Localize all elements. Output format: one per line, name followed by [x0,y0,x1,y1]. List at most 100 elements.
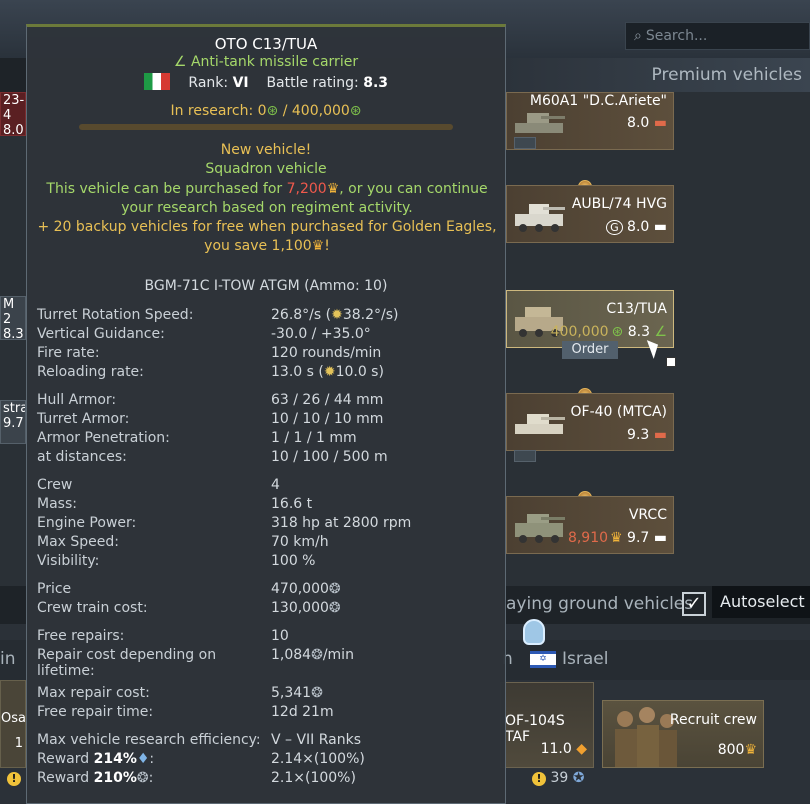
crew-star-icon: ✪ [572,770,585,786]
search-icon: ⌕ [634,28,642,44]
recruit-label: Recruit crew [669,712,757,728]
tree-card-left-2[interactable]: M 2 8.3 [0,296,26,340]
stat-row: Price 470,000❂ [37,581,497,600]
stat-value-text: 1,084 [271,647,312,663]
autoselect-checkbox[interactable]: ✓ [682,592,706,616]
nation-tab-left[interactable]: in [0,649,16,669]
stat-key: Vertical Guidance: [37,326,165,342]
cursor-menu-icon [666,357,676,367]
stat-row: Max vehicle research efficiency: V – VII … [37,732,497,751]
stat-row: Armor Penetration: 1 / 1 / 1 mm [37,430,497,449]
stat-value: 100 % [271,553,316,569]
order-button[interactable]: Order [562,341,618,359]
stat-value: 4 [271,477,280,493]
search-placeholder: Search... [645,28,708,44]
recruit-crew-button[interactable]: Recruit crew 800♛ [602,700,764,768]
stat-key: Repair cost depending on lifetime: [37,647,217,679]
stat-key: Free repair time: [37,704,154,720]
italy-flag-icon [143,73,170,90]
stat-key: Turret Rotation Speed: [37,307,194,323]
crew-count: ! 39 ✪ [532,770,584,786]
stat-value: 10 / 100 / 500 m [271,449,388,465]
tree-card-left-3[interactable]: stra 9.7 [0,400,26,444]
vehicle-br: 8,910 ♛ 9.7 ▬ [568,530,667,546]
count-value: 39 [550,770,569,786]
stat-value: 26.8°/s (✹38.2°/s) [271,307,399,323]
class-label: Anti-tank missile carrier [190,54,359,70]
slot-br: 1 [14,736,23,751]
reward-percent: 214% [93,751,137,767]
stat-key: Hull Armor: [37,392,117,408]
warning-icon: ! [7,771,21,786]
nation-tab-israel[interactable]: Israel [562,649,608,669]
stat-key: Mass: [37,496,77,512]
vehicle-card-of40[interactable]: OF-40 (MTCA) 9.3 ▬ [506,393,674,451]
stat-key: Max Speed: [37,534,119,550]
stat-value-unit: /min [322,647,354,663]
tree-card-left-1[interactable]: 23-4 8.0 [0,92,26,136]
stat-row: Reward 214%♦: 2.14×(100%) [37,751,497,770]
card-name: stra [3,401,26,416]
vehicle-card-vrcc[interactable]: VRCC 8,910 ♛ 9.7 ▬ [506,496,674,554]
stat-row: Free repair time: 12d 21m [37,704,497,723]
autoselect-button[interactable]: Autoselect [712,586,810,618]
stat-row: Reward 210%❂: 2.1×(100%) [37,770,497,789]
weapon-line: BGM-71C I-TOW ATGM (Ammo: 10) [144,278,388,294]
stats-table: Turret Rotation Speed: 26.8°/s (✹38.2°/s)… [37,307,497,789]
purchase-description: This vehicle can be purchased for 7,200♛… [33,180,501,218]
stat-row: Turret Armor: 10 / 10 / 10 mm [37,411,497,430]
nation-mini-flag [514,137,536,149]
stat-value: 12d 21m [271,704,334,720]
desc-part: This vehicle can be purchased for [46,181,287,197]
rank-diamond-icon: ◆ [576,741,587,757]
card-br: 8.3 [3,327,24,340]
stat-value: 70 km/h [271,534,329,550]
crew-icon [615,707,677,767]
backup-text: + 20 backup vehicles for free when purch… [37,219,497,254]
silver-lions-icon: ❂ [136,770,149,786]
vehicle-card-aubl74[interactable]: AUBL/74 HVG G 8.0 ▬ [506,185,674,243]
vehicle-name: M60A1 "D.C.Ariete" [529,93,667,109]
card-br: 8.0 [3,123,24,136]
stat-key: Fire rate: [37,345,100,361]
stat-key: Reloading rate: [37,364,144,380]
stat-value: 63 / 26 / 44 mm [271,392,384,408]
upgrade-icon: ✹ [331,307,343,323]
br-value: 9.3 [627,427,650,443]
stat-value-text: 130,000 [271,600,329,616]
crew-slot-of104s[interactable]: OF-104S TAF 11.0 ◆ [500,682,594,768]
stat-value: 2.1×(100%) [271,770,356,786]
stat-row: Crew train cost: 130,000❂ [37,600,497,619]
vehicle-br: 400,000 ⊛ 8.3 ∠ [551,324,667,340]
crew-slot-left[interactable]: Osa- 1 [0,680,26,768]
stat-value: 1 / 1 / 1 mm [271,430,357,446]
premium-vehicles-header: Premium vehicles [506,58,810,92]
research-bulb-icon: ♦ [136,751,150,767]
br-value: 9.7 [627,530,650,546]
stat-value: 470,000❂ [271,581,341,597]
gift-icon: G [606,220,623,235]
vehicle-price: 8,910 [567,530,609,546]
stat-key: Crew [37,477,73,493]
stat-key: Armor Penetration: [37,430,170,446]
slot-name: Osa- [1,711,26,726]
research-points-icon: ⊛ [266,103,279,119]
search-input[interactable]: ⌕ Search... [625,22,810,50]
vehicle-name: C13/TUA [606,301,667,317]
stat-value: 16.6 t [271,496,313,512]
stat-row: Max Speed: 70 km/h [37,534,497,553]
stat-value: 10 [271,628,289,644]
vehicle-name: AUBL/74 HVG [571,196,667,212]
warning-icon: ! [532,772,546,786]
stat-key: Reward 214%♦: [37,751,155,767]
golden-eagle-icon: ♛ [326,181,340,197]
stat-value: V – VII Ranks [271,732,362,748]
research-line: In research: 0⊛ / 400,000⊛ [27,103,505,119]
stat-row: Max repair cost: 5,341❂ [37,685,497,704]
stat-value: 1,084❂/min [271,647,354,663]
lightbulb-icon[interactable] [523,619,545,645]
missile-icon: ∠ [654,324,667,340]
br-value: 8.3 [627,324,650,340]
research-label: In research: 0 [170,103,267,119]
recruit-price: 800♛ [718,742,757,758]
